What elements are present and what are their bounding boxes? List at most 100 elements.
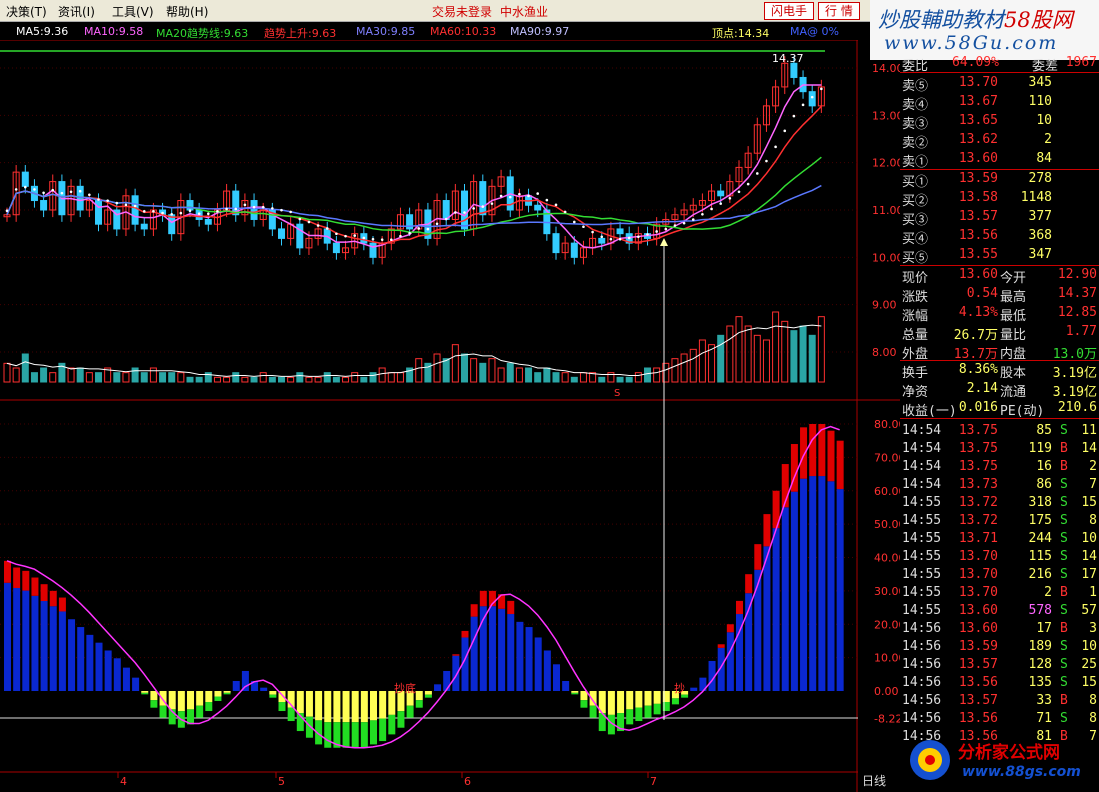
tick-count: 1 [1089,585,1097,600]
volume-bar [12,367,20,383]
tick-volume: 175 [1028,513,1052,528]
trend-dot [371,237,375,241]
tick-volume: 119 [1028,441,1052,456]
osc-bar-rising [507,600,515,615]
tick-time: 14:55 [902,513,942,528]
bottom-signal-text-2: 抄 [674,681,685,695]
stat-label: 现价 [902,271,929,286]
osc-bar-negative-green [644,705,652,718]
sell-label: 卖③ [902,117,929,132]
osc-bar-positive [13,588,21,691]
candle-body [369,242,377,258]
tick-volume: 135 [1028,675,1052,690]
trend-dot [88,193,91,197]
stat-row: 涨幅 4.13% 最低 12.85 [900,304,1099,324]
trend-dot [627,236,631,240]
price-tick-label: 11.00 [872,204,900,217]
candle-body [40,200,48,211]
trend-dot [207,212,210,215]
menu-info[interactable]: 资讯(I) [58,3,95,20]
trend-dot [472,207,475,210]
trend-dot [710,207,713,211]
volume-bar [442,358,450,383]
osc-bar-negative-yellow [342,691,350,723]
date-tick-label: 7 [650,775,657,788]
tick-volume: 33 [1036,693,1052,708]
osc-bar-rising [452,654,460,656]
volume-bar [140,372,148,383]
osc-bar-rising [827,430,835,482]
tick-price: 13.73 [958,477,998,492]
trend-dot [774,145,777,149]
candle-body [21,171,29,187]
trend-dot [51,188,55,192]
daily-tab[interactable]: 日线 [862,772,886,789]
volume-bar [342,376,350,383]
tick-time: 14:56 [902,621,942,636]
volume-bar [598,376,606,383]
osc-bar-rising [836,440,844,490]
tick-price: 13.59 [958,639,998,654]
osc-bar-negative-yellow [571,691,579,693]
osc-bar-positive [31,595,39,691]
osc-bar-positive [77,627,85,691]
volume-bar [369,372,377,383]
kline-chart[interactable]: 14.0013.0012.0011.0010.009.008.0080.0070… [0,40,900,792]
trend-dot [69,190,73,194]
menu-tools[interactable]: 工具(V) [112,3,154,20]
stat-value: 1.77 [1065,324,1097,339]
sell-volume: 2 [1044,132,1052,147]
stat-row: 总量 26.7万 量比 1.77 [900,323,1099,343]
osc-bar-negative-yellow [360,691,368,723]
tick-time: 14:55 [902,585,942,600]
osc-bar-positive [260,687,268,691]
volume-bar [287,376,295,383]
tick-count: 14 [1081,441,1097,456]
trend-dot [60,191,64,195]
flash-trade-button[interactable]: 闪电手 [764,2,815,20]
volume-bar [40,367,48,383]
peak-value: 14.37 [772,52,804,65]
sell-volume: 345 [1028,75,1052,90]
price-tick-label: 8.00 [872,346,897,359]
osc-bar-negative-green [635,707,643,722]
buy-label: 买④ [902,232,929,247]
candle-body [479,181,487,216]
trend-dot [518,192,521,196]
osc-bar-negative-yellow [635,691,643,708]
trend-dot [408,231,411,235]
trend-dot [362,236,366,240]
trend-dot [682,221,686,225]
osc-bar-negative-yellow [205,691,213,703]
tick-row: 14:54 13.75 85 S 11 [900,422,1099,440]
tick-price: 13.70 [958,585,998,600]
tick-volume: 71 [1036,711,1052,726]
osc-bar-negative-yellow [333,691,341,723]
tick-price: 13.75 [958,441,998,456]
volume-bar [552,372,560,383]
menu-decision[interactable]: 决策(T) [6,3,47,20]
trend-label: 趋势上升:9.63 [264,27,337,40]
candle-body [552,233,560,254]
trend-dot [261,205,265,209]
quote-button[interactable]: 行 情 [818,2,860,20]
trend-dot [390,238,393,242]
osc-bar-positive [543,650,551,691]
stock-name: 中水渔业 [500,5,549,19]
stat-row: 换手 8.36% 股本 3.19亿 [900,361,1099,381]
volume-bar [772,311,780,383]
osc-bar-negative-green [379,718,387,742]
osc-bar-negative-yellow [379,691,387,719]
volume-bar [3,362,11,383]
menu-help[interactable]: 帮助(H) [166,3,208,20]
trend-dot [655,230,658,233]
tick-time: 14:56 [902,639,942,654]
tick-price: 13.57 [958,657,998,672]
osc-bar-rising [763,514,771,547]
trend-dot [152,210,155,213]
osc-bar-negative-yellow [424,691,432,695]
volume-bar [168,372,176,383]
osc-bar-negative-yellow [415,691,423,701]
ma20-label: MA20趋势线:9.63 [156,27,249,40]
osc-bar-rising [58,597,66,612]
